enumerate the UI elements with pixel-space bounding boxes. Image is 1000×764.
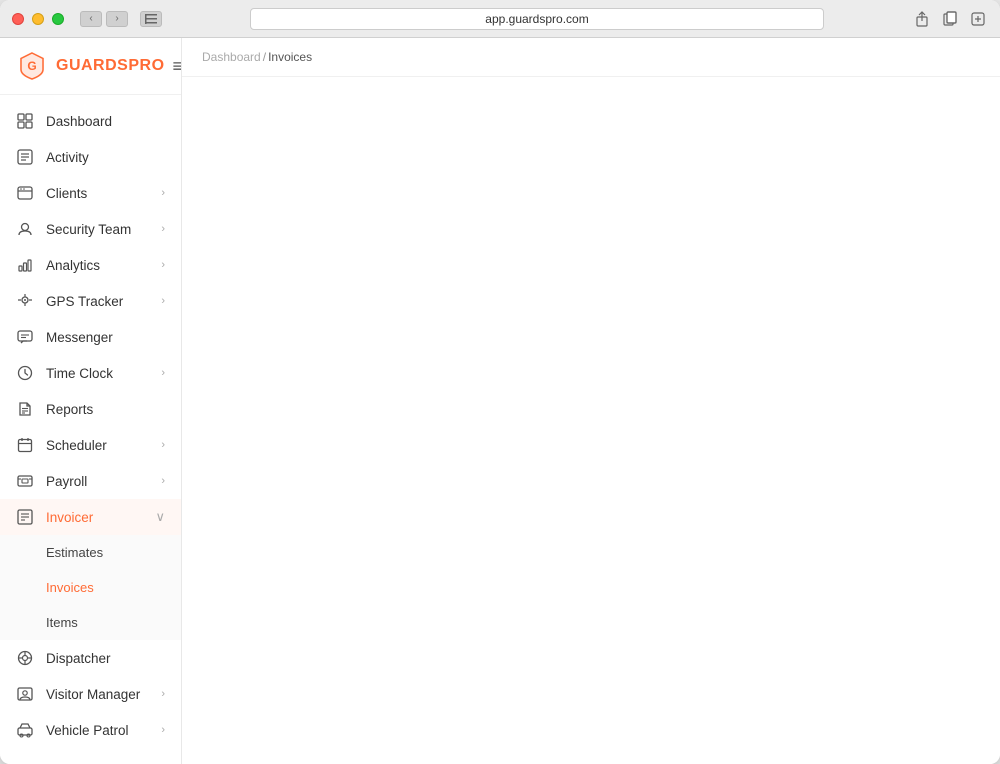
vehicle-patrol-chevron: › [161, 724, 165, 736]
estimates-label: Estimates [46, 545, 103, 560]
clients-label: Clients [46, 186, 149, 201]
add-tab-button[interactable] [968, 9, 988, 29]
logo-text: GUARDSPRO [56, 57, 165, 75]
items-label: Items [46, 615, 78, 630]
sidebar-item-analytics[interactable]: Analytics › [0, 247, 181, 283]
vehicle-patrol-label: Vehicle Patrol [46, 723, 149, 738]
url-text: app.guardspro.com [485, 12, 588, 26]
invoicer-submenu: Estimates Invoices Items [0, 535, 181, 640]
main-content: Dashboard/Invoices [182, 38, 1000, 764]
security-team-label: Security Team [46, 222, 149, 237]
payroll-label: Payroll [46, 474, 149, 489]
scheduler-icon [16, 436, 34, 454]
logo-icon: G [16, 50, 48, 82]
vehicle-patrol-icon [16, 721, 34, 739]
gps-tracker-chevron: › [161, 295, 165, 307]
sidebar-item-items[interactable]: Items [0, 605, 181, 640]
dispatcher-icon [16, 649, 34, 667]
sidebar-item-security-team[interactable]: Security Team › [0, 211, 181, 247]
nav-menu: Dashboard Activity [0, 95, 181, 764]
time-clock-label: Time Clock [46, 366, 149, 381]
titlebar: ‹ › app.guardspro.com [0, 0, 1000, 38]
clients-chevron: › [161, 187, 165, 199]
browser-content: G GUARDSPRO ≡ [0, 38, 1000, 764]
forward-button[interactable]: › [106, 11, 128, 27]
visitor-manager-icon [16, 685, 34, 703]
sidebar-item-messenger[interactable]: Messenger [0, 319, 181, 355]
activity-icon [16, 148, 34, 166]
visitor-manager-label: Visitor Manager [46, 687, 149, 702]
dashboard-label: Dashboard [46, 114, 165, 129]
messenger-label: Messenger [46, 330, 165, 345]
breadcrumb-current: Invoices [268, 50, 312, 64]
time-clock-chevron: › [161, 367, 165, 379]
reports-icon [16, 400, 34, 418]
payroll-chevron: › [161, 475, 165, 487]
sidebar-item-visitor-manager[interactable]: Visitor Manager › [0, 676, 181, 712]
activity-label: Activity [46, 150, 165, 165]
messenger-icon [16, 328, 34, 346]
sidebar-item-estimates[interactable]: Estimates [0, 535, 181, 570]
analytics-chevron: › [161, 259, 165, 271]
analytics-icon [16, 256, 34, 274]
sidebar-item-invoicer[interactable]: Invoicer ∨ [0, 499, 181, 535]
payroll-icon [16, 472, 34, 490]
analytics-label: Analytics [46, 258, 149, 273]
sidebar-item-time-clock[interactable]: Time Clock › [0, 355, 181, 391]
time-clock-icon [16, 364, 34, 382]
hamburger-button[interactable]: ≡ [173, 56, 182, 77]
sidebar-item-scheduler[interactable]: Scheduler › [0, 427, 181, 463]
dashboard-icon [16, 112, 34, 130]
copy-button[interactable] [940, 9, 960, 29]
reports-label: Reports [46, 402, 165, 417]
invoicer-label: Invoicer [46, 510, 143, 525]
sidebar-item-gps-tracker[interactable]: GPS Tracker › [0, 283, 181, 319]
security-team-icon [16, 220, 34, 238]
sidebar-item-invoices[interactable]: Invoices [0, 570, 181, 605]
invoicer-chevron: ∨ [155, 509, 165, 525]
sidebar-item-reports[interactable]: Reports [0, 391, 181, 427]
browser-window: ‹ › app.guardspro.com [0, 0, 1000, 764]
gps-tracker-icon [16, 292, 34, 310]
sidebar-item-vehicle-patrol[interactable]: Vehicle Patrol › [0, 712, 181, 748]
svg-text:G: G [27, 59, 36, 73]
sidebar-item-dashboard[interactable]: Dashboard [0, 103, 181, 139]
sidebar-toggle-button[interactable] [140, 11, 162, 27]
clients-icon [16, 184, 34, 202]
maximize-button[interactable] [52, 13, 64, 25]
invoicer-icon [16, 508, 34, 526]
breadcrumb: Dashboard/Invoices [182, 38, 1000, 77]
logo-area: G GUARDSPRO ≡ [0, 38, 181, 95]
close-button[interactable] [12, 13, 24, 25]
security-team-chevron: › [161, 223, 165, 235]
dispatcher-label: Dispatcher [46, 651, 165, 666]
scheduler-label: Scheduler [46, 438, 149, 453]
sidebar-item-dispatcher[interactable]: Dispatcher [0, 640, 181, 676]
breadcrumb-separator: / [263, 50, 266, 64]
url-bar[interactable]: app.guardspro.com [250, 8, 824, 30]
breadcrumb-parent[interactable]: Dashboard [202, 50, 261, 64]
gps-tracker-label: GPS Tracker [46, 294, 149, 309]
minimize-button[interactable] [32, 13, 44, 25]
sidebar-item-payroll[interactable]: Payroll › [0, 463, 181, 499]
back-button[interactable]: ‹ [80, 11, 102, 27]
sidebar-item-clients[interactable]: Clients › [0, 175, 181, 211]
share-button[interactable] [912, 9, 932, 29]
visitor-manager-chevron: › [161, 688, 165, 700]
sidebar-item-activity[interactable]: Activity [0, 139, 181, 175]
invoices-label: Invoices [46, 580, 94, 595]
sidebar: G GUARDSPRO ≡ [0, 38, 182, 764]
scheduler-chevron: › [161, 439, 165, 451]
